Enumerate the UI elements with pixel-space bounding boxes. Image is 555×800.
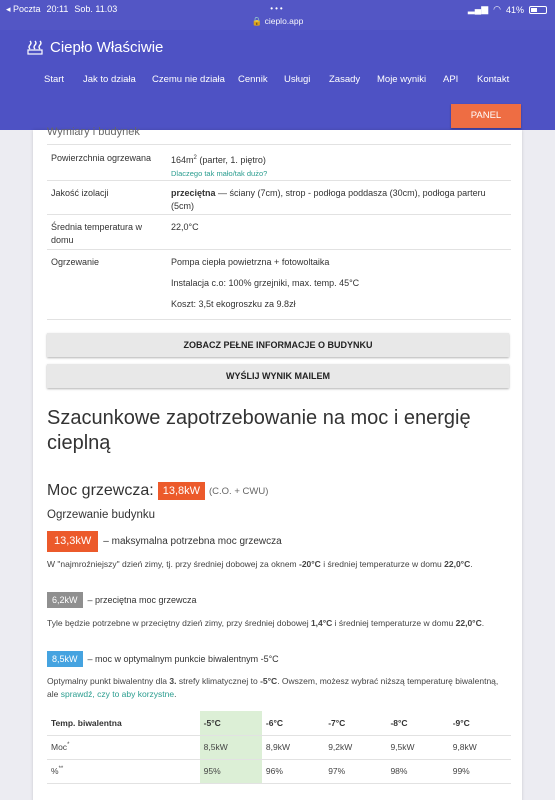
table-header: -6°C [261,711,325,736]
nav-jak-to-dziala[interactable]: Jak to działa [83,74,136,85]
area-value: 164m2 (parter, 1. piętro) Dlaczego tak m… [171,155,268,178]
table-cell: 9,5kW [386,735,449,760]
row-label: Moc* [47,735,200,760]
divider [47,180,511,181]
signal-icon: ▂▄▆ [467,4,489,14]
temperature-label: Średnia temperatura w domu [51,222,143,245]
table-cell: 9,2kW [324,735,387,760]
max-power-badge: 13,3kW [47,531,99,552]
divider [47,319,511,320]
brand-link[interactable]: Ciepło Właściwie [26,38,163,56]
results-card: Wymiary i budynek Powierzchnia ogrzewana… [33,126,522,800]
bivalent-power-label: – moc w optymalnym punkcie biwalentnym -… [87,654,279,664]
battery-percent: 41% [505,4,524,15]
insulation-value: przeciętna — ściany (7cm), strop - podło… [171,188,486,211]
address-url[interactable]: 🔒 cieplo.app [0,16,555,27]
table-cell: 9,8kW [448,735,511,760]
section-title-cut: Wymiary i budynek [47,126,140,138]
send-mail-button[interactable]: WYŚLIJ WYNIK MAILEM [47,364,509,388]
radiator-logo-icon [27,40,43,55]
heating-power-note: (C.O. + CWU) [209,485,269,497]
heating-power-badge: 13,8kW [157,482,205,500]
insulation-label: Jakość izolacji [51,188,109,198]
max-power-label: – maksymalna potrzebna moc grzewcza [103,536,282,547]
site-header: Ciepło Właściwie Start Jak to działa Cze… [0,30,555,130]
table-header: -5°C [199,711,262,736]
area-hint-link[interactable]: Dlaczego tak mało/tak dużo? [171,169,267,178]
nav-cennik[interactable]: Cennik [238,74,268,85]
avg-power-badge: 6,2kW [47,592,83,608]
divider [47,249,511,250]
heating-label: Ogrzewanie [51,257,100,267]
divider [47,144,511,145]
avg-power-line: 6,2kW – przeciętna moc grzewcza [47,592,197,608]
table-header: -8°C [386,711,449,736]
nav-uslugi[interactable]: Usługi [284,74,310,85]
avg-power-label: – przeciętna moc grzewcza [87,595,197,605]
heating-power-summary: Moc grzewcza: 13,8kW (C.O. + CWU) [47,482,268,500]
table-header: -9°C [448,711,511,736]
bivalent-description: Optymalny punkt biwalentny dla 3. strefy… [47,676,499,699]
panel-button[interactable]: PANEL [451,104,521,128]
wifi-icon: ◠ [493,4,501,14]
bivalent-power-badge: 8,5kW [47,651,83,667]
temperature-value: 22,0°C [171,222,199,232]
table-cell: 95% [199,759,262,784]
nav-start[interactable]: Start [44,74,64,85]
building-heating-heading: Ogrzewanie budynku [47,509,156,521]
table-cell: 8,9kW [261,735,325,760]
nav-czemu-nie-dziala[interactable]: Czemu nie działa [152,74,225,85]
nav-kontakt[interactable]: Kontakt [477,74,509,85]
avg-power-description: Tyle będzie potrzebne w przeciętny dzień… [47,618,485,628]
table-cell: 8,5kW [199,735,262,760]
table-row: Moc* 8,5kW 8,9kW 9,2kW 9,5kW 9,8kW [47,735,511,760]
battery-icon [529,5,547,14]
max-power-line: 13,3kW – maksymalna potrzebna moc grzewc… [47,531,282,552]
table-header: Temp. biwalentna [47,711,200,736]
heating-power-label: Moc grzewcza: [47,482,154,499]
table-cell: 96% [261,759,325,784]
table-cell: 98% [386,759,449,784]
area-label: Powierzchnia ogrzewana [51,153,152,163]
ios-status-bar: ◂ Poczta 20:11 Sob. 11.03 ••• 🔒 cieplo.a… [0,0,555,30]
nav-zasady[interactable]: Zasady [329,74,360,85]
bivalent-table: Temp. biwalentna -5°C -6°C -7°C -8°C -9°… [47,711,511,784]
nav-moje-wyniki[interactable]: Moje wyniki [377,74,426,85]
bivalent-power-line: 8,5kW – moc w optymalnym punkcie biwalen… [47,651,279,667]
full-info-button[interactable]: ZOBACZ PEŁNE INFORMACJE O BUDYNKU [47,333,509,357]
bivalent-check-link[interactable]: sprawdź, czy to aby korzystne [61,689,174,699]
table-row: %** 95% 96% 97% 98% 99% [47,759,511,784]
info-row-area: Powierzchnia ogrzewana 164m2 (parter, 1.… [47,152,511,182]
divider [47,214,511,215]
table-header: -7°C [324,711,387,736]
table-header-row: Temp. biwalentna -5°C -6°C -7°C -8°C -9°… [47,711,511,736]
table-cell: 99% [448,759,511,784]
heating-value: Pompa ciepła powietrzna + fotowoltaika I… [171,257,360,309]
brand-name: Ciepło Właściwie [50,38,164,56]
demand-heading: Szacunkowe zapotrzebowanie na moc i ener… [47,407,471,454]
nav-api[interactable]: API [443,74,458,85]
max-power-description: W "najmroźniejszy" dzień zimy, tj. przy … [47,559,473,569]
row-label: %** [47,759,200,784]
table-cell: 97% [324,759,387,784]
